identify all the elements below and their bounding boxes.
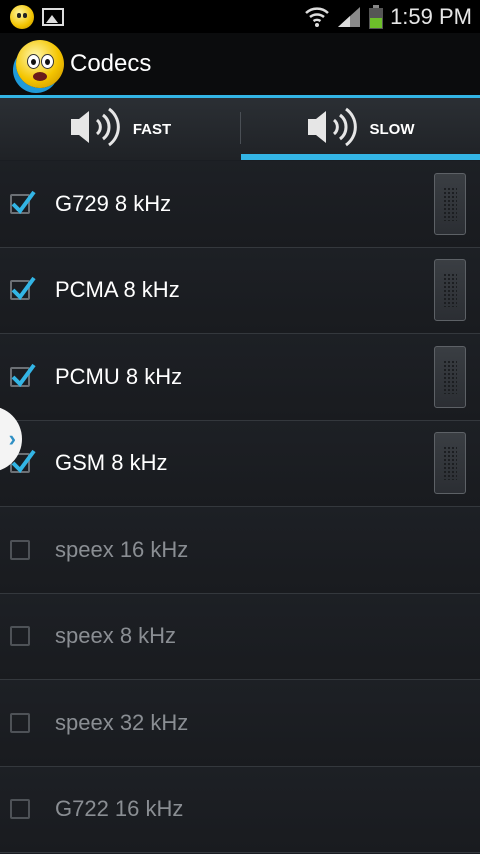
codec-checkbox[interactable] xyxy=(10,799,30,820)
action-bar: Codecs xyxy=(0,33,480,95)
codec-checkbox[interactable] xyxy=(10,712,30,733)
grip-icon xyxy=(443,446,457,481)
battery-icon xyxy=(368,4,384,30)
codec-label: speex 8 kHz xyxy=(55,623,177,649)
drag-handle[interactable] xyxy=(434,432,466,495)
grip-icon xyxy=(443,359,457,394)
codec-label: PCMA 8 kHz xyxy=(55,277,180,303)
codec-checkbox[interactable] xyxy=(10,277,36,301)
picture-icon xyxy=(42,7,64,26)
speaker-icon xyxy=(306,104,364,155)
codec-list: G729 8 kHz PCMA 8 kHz PCMU 8 kHz GSM 8 k… xyxy=(0,161,480,853)
wifi-icon xyxy=(304,5,330,29)
codec-label: speex 16 kHz xyxy=(55,536,189,562)
codec-row[interactable]: G722 16 kHz xyxy=(0,766,480,853)
tab-fast-label: FAST xyxy=(132,120,172,138)
drag-handle[interactable] xyxy=(434,172,466,235)
speaker-icon xyxy=(69,104,127,155)
codec-row[interactable]: G729 8 kHz xyxy=(0,161,480,248)
signal-icon xyxy=(336,5,362,29)
drag-handle[interactable] xyxy=(434,259,466,322)
codec-row[interactable]: GSM 8 kHz xyxy=(0,420,480,507)
app-notification-icon xyxy=(10,4,34,29)
codec-label: PCMU 8 kHz xyxy=(55,363,183,389)
selected-tab-indicator xyxy=(241,154,480,160)
app-emoji-icon[interactable] xyxy=(16,40,64,88)
codec-label: GSM 8 kHz xyxy=(55,450,168,476)
codec-label: G722 16 kHz xyxy=(55,796,184,822)
codec-row[interactable]: PCMU 8 kHz xyxy=(0,334,480,421)
codec-checkbox[interactable] xyxy=(10,539,30,560)
tab-fast[interactable]: FAST xyxy=(0,98,240,160)
tab-divider xyxy=(240,112,241,144)
codec-label: G729 8 kHz xyxy=(55,190,172,216)
grip-icon xyxy=(443,186,457,221)
codec-checkbox[interactable] xyxy=(10,626,30,647)
codec-label: speex 32 kHz xyxy=(55,709,189,735)
codec-row[interactable]: speex 32 kHz xyxy=(0,680,480,767)
drag-handle[interactable] xyxy=(434,345,466,408)
grip-icon xyxy=(443,273,457,308)
codec-row[interactable]: speex 16 kHz xyxy=(0,507,480,594)
status-bar: 1:59 PM xyxy=(0,0,480,33)
codec-row[interactable]: speex 8 kHz xyxy=(0,593,480,680)
codec-checkbox[interactable] xyxy=(10,190,36,214)
codec-row[interactable]: PCMA 8 kHz xyxy=(0,247,480,334)
page-title: Codecs xyxy=(70,50,152,77)
tab-bar: FAST SLOW xyxy=(0,98,480,160)
chevron-right-icon: › xyxy=(8,426,16,451)
tab-slow[interactable]: SLOW xyxy=(240,98,480,160)
codec-checkbox[interactable] xyxy=(10,363,36,387)
clock: 1:59 PM xyxy=(390,3,472,29)
tab-slow-label: SLOW xyxy=(369,120,415,138)
